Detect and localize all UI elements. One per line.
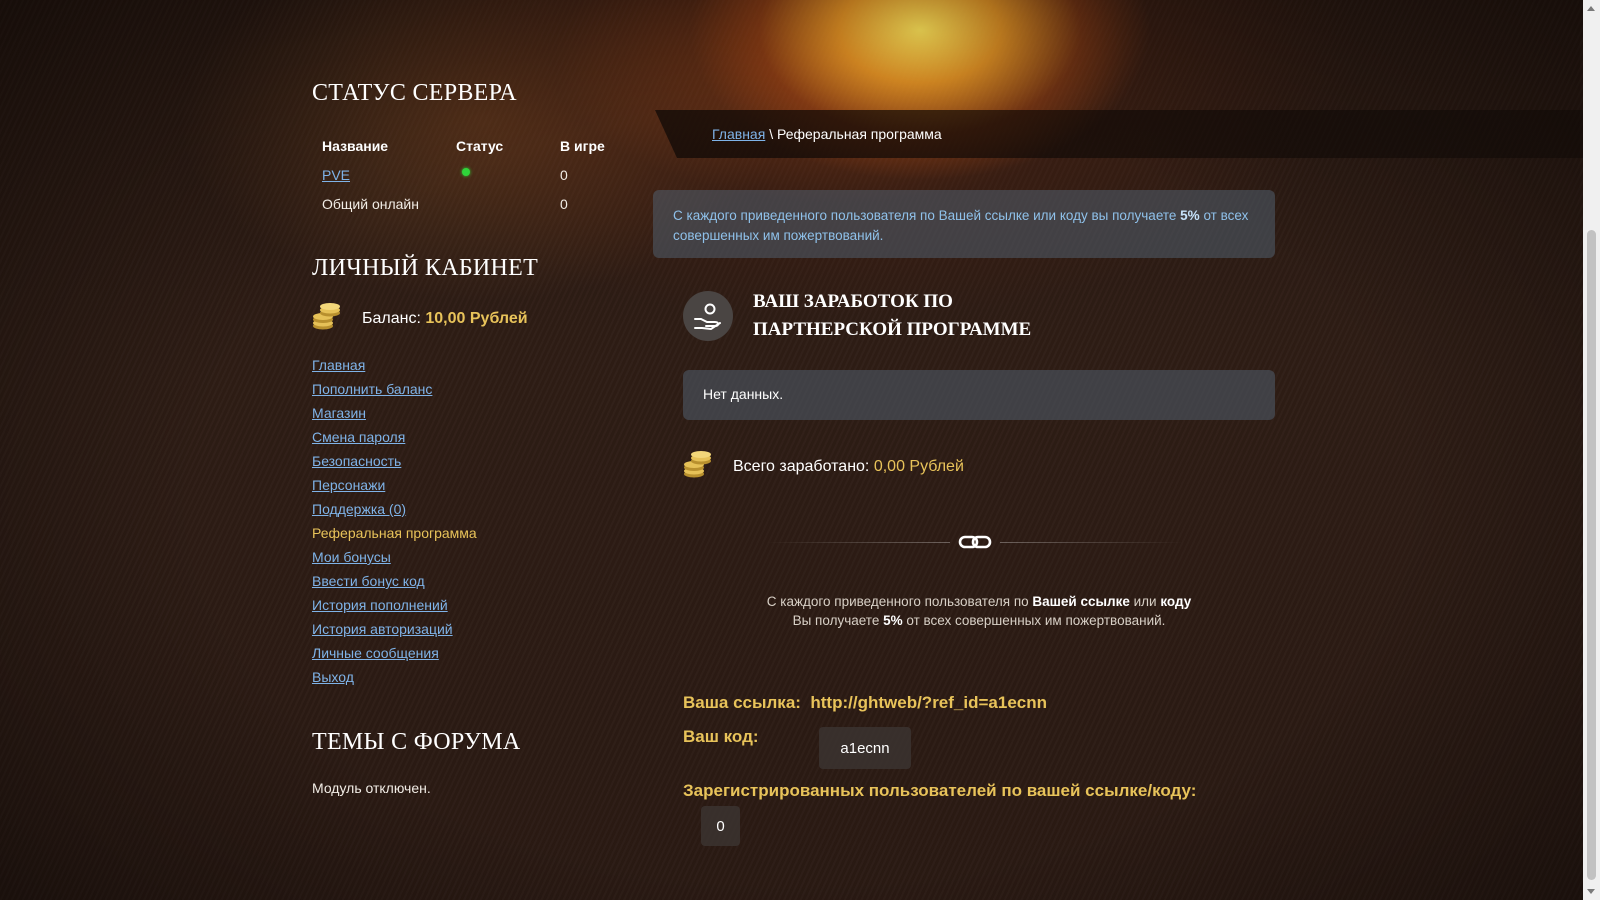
scroll-up-icon[interactable] [1587, 6, 1595, 11]
menu-item-logout[interactable]: Выход [312, 669, 354, 685]
promo-line-2: Вы получаете 5% от всех совершенных им п… [683, 611, 1275, 630]
table-header-row: Название Статус В игре [322, 133, 620, 159]
section-divider [765, 532, 1185, 552]
total-earned-label: Всего заработано: [733, 457, 870, 475]
total-online-label: Общий онлайн [322, 195, 419, 212]
referral-link-row: Ваша ссылка: http://ghtweb/?ref_id=a1ecn… [683, 693, 1047, 713]
menu-item-referral-active: Реферальная программа [312, 525, 477, 541]
menu-item-home[interactable]: Главная [312, 357, 365, 373]
chain-link-icon [958, 532, 992, 557]
referral-code-value[interactable]: a1ecnn [819, 727, 911, 769]
referral-link-label: Ваша ссылка: [683, 693, 801, 712]
menu-item-security[interactable]: Безопасность [312, 453, 401, 469]
cabinet-title: ЛИЧНЫЙ КАБИНЕТ [312, 255, 539, 281]
total-online-count: 0 [560, 195, 568, 212]
promo-text: от всех совершенных им пожертвований. [902, 613, 1166, 628]
promo-text: С каждого приведенного пользователя по [766, 594, 1033, 609]
column-header-status: Статус [456, 138, 504, 154]
server-in-game-count: 0 [560, 166, 568, 183]
server-status-title: СТАТУС СЕРВЕРА [312, 80, 517, 106]
promo-your-link: Вашей ссылке [1032, 594, 1130, 609]
server-link-pve[interactable]: PVE [322, 167, 350, 183]
referral-link-value[interactable]: http://ghtweb/?ref_id=a1ecnn [810, 693, 1047, 712]
divider-line-left [765, 542, 950, 543]
column-header-in-game: В игре [560, 138, 605, 154]
status-online-icon [462, 168, 470, 176]
hand-coin-icon [683, 291, 733, 341]
server-status-table: Название Статус В игре PVE 0 Общий онлай… [322, 133, 620, 217]
promo-code: коду [1160, 594, 1192, 609]
scrollbar-thumb[interactable] [1587, 230, 1596, 880]
divider-line-right [1000, 542, 1185, 543]
forum-title: ТЕМЫ С ФОРУМА [312, 729, 521, 755]
menu-item-characters[interactable]: Персонажи [312, 477, 385, 493]
menu-item-shop[interactable]: Магазин [312, 405, 366, 421]
referral-info-box: С каждого приведенного пользователя по В… [653, 190, 1275, 258]
registered-users-label: Зарегистрированных пользователей по ваше… [683, 781, 1197, 800]
menu-item-topup-history[interactable]: История пополнений [312, 597, 448, 613]
column-header-name: Название [322, 138, 389, 154]
balance-currency: Рублей [469, 309, 528, 327]
referral-promo-text: С каждого приведенного пользователя по В… [683, 592, 1275, 630]
menu-item-my-bonuses[interactable]: Мои бонусы [312, 549, 391, 565]
promo-text: или [1129, 594, 1161, 609]
table-row: Общий онлайн 0 [322, 190, 620, 217]
cabinet-menu: Главная Пополнить баланс Магазин Смена п… [312, 353, 632, 689]
table-row: PVE 0 [322, 159, 620, 190]
info-text-start: С каждого приведенного пользователя по В… [673, 208, 1181, 223]
referral-code-label: Ваш код: [683, 727, 759, 746]
breadcrumb-current: Реферальная программа [776, 126, 942, 142]
balance-amount: 10,00 [425, 309, 466, 327]
promo-percent: 5% [883, 613, 903, 628]
menu-item-enter-bonus-code[interactable]: Ввести бонус код [312, 573, 425, 589]
breadcrumb: Главная \ Реферальная программа [712, 126, 942, 142]
forum-status-text: Модуль отключен. [312, 780, 431, 796]
total-earned-currency: Рублей [909, 457, 964, 475]
breadcrumb-separator: \ [769, 126, 774, 142]
menu-item-change-password[interactable]: Смена пароля [312, 429, 405, 445]
info-percent: 5% [1180, 208, 1200, 223]
registered-users-count: 0 [701, 806, 740, 846]
menu-item-top-up[interactable]: Пополнить баланс [312, 381, 432, 397]
no-data-box: Нет данных. [683, 370, 1275, 420]
breadcrumb-home-link[interactable]: Главная [712, 126, 765, 142]
sidebar: СТАТУС СЕРВЕРА Название Статус В игре PV… [312, 80, 632, 796]
coins-icon [683, 450, 733, 483]
scroll-down-icon[interactable] [1587, 889, 1595, 894]
balance-label: Баланс: [362, 309, 421, 327]
menu-item-auth-history[interactable]: История авторизаций [312, 621, 453, 637]
promo-line-1: С каждого приведенного пользователя по В… [683, 592, 1275, 611]
total-earned: Всего заработано: 0,00 Рублей [683, 450, 964, 483]
coins-icon [312, 302, 362, 335]
promo-text: Вы получаете [792, 613, 884, 628]
menu-item-messages[interactable]: Личные сообщения [312, 645, 439, 661]
earnings-header: ВАШ ЗАРАБОТОК ПО ПАРТНЕРСКОЙ ПРОГРАММЕ [683, 288, 1073, 344]
total-earned-amount: 0,00 [873, 457, 905, 475]
menu-item-support[interactable]: Поддержка (0) [312, 501, 406, 517]
earnings-title: ВАШ ЗАРАБОТОК ПО ПАРТНЕРСКОЙ ПРОГРАММЕ [753, 291, 1032, 340]
balance: Баланс: 10,00 Рублей [312, 302, 632, 335]
page-scrollbar[interactable] [1583, 0, 1600, 900]
